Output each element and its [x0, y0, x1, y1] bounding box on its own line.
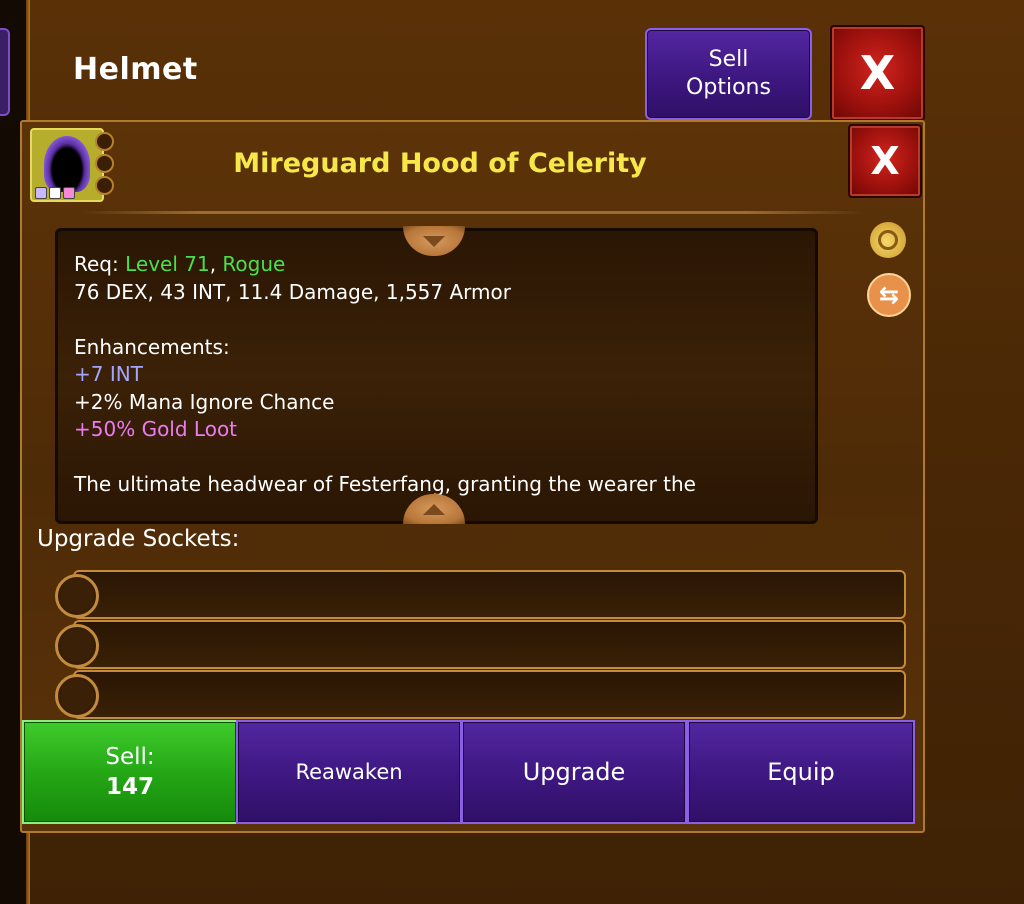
upgrade-button[interactable]: Upgrade — [461, 720, 687, 824]
equip-label: Equip — [767, 758, 835, 786]
upgrade-sockets-label: Upgrade Sockets: — [37, 526, 240, 552]
close-screen-button[interactable]: X — [830, 25, 925, 121]
enhancements-heading: Enhancements: — [74, 334, 230, 359]
upgrade-label: Upgrade — [522, 758, 626, 786]
screen-title: Helmet — [73, 52, 198, 87]
requirement-separator: , — [209, 252, 223, 276]
sell-options-button[interactable]: Sell Options — [645, 28, 812, 120]
item-description-box[interactable]: Req: Level 71, Rogue 76 DEX, 43 INT, 11.… — [55, 228, 818, 524]
mini-socket-icon — [95, 132, 114, 151]
close-item-button[interactable]: X — [848, 124, 922, 198]
enhancement-line: +2% Mana Ignore Chance — [74, 389, 335, 414]
close-icon: X — [859, 46, 896, 100]
item-description-text: Req: Level 71, Rogue 76 DEX, 43 INT, 11.… — [74, 251, 794, 499]
socket-circle-icon — [55, 674, 99, 718]
hood-icon — [44, 136, 90, 192]
sell-label: Sell: — [105, 744, 155, 770]
reawaken-label: Reawaken — [295, 760, 403, 784]
gold-bag-icon[interactable] — [870, 222, 906, 258]
enhancement-line: +7 INT — [74, 362, 143, 386]
requirement-class: Rogue — [222, 252, 286, 276]
upgrade-socket-slot[interactable] — [73, 620, 906, 669]
gem-dot — [63, 187, 75, 199]
sell-button[interactable]: Sell: 147 — [22, 720, 238, 824]
item-portrait — [30, 128, 104, 202]
title-divider — [82, 211, 864, 214]
item-name: Mireguard Hood of Celerity — [233, 148, 647, 179]
close-icon: X — [870, 139, 900, 183]
socket-circle-icon — [55, 574, 99, 618]
mini-socket-icon — [95, 176, 114, 195]
gem-dot — [49, 187, 61, 199]
sell-options-label-line1: Sell — [708, 47, 749, 72]
chevron-up-icon — [423, 503, 445, 515]
requirement-level: Level 71 — [125, 252, 210, 276]
chevron-down-icon — [423, 235, 445, 247]
upgrade-socket-slot[interactable] — [73, 570, 906, 619]
equip-button[interactable]: Equip — [687, 720, 915, 824]
sell-options-label-line2: Options — [686, 75, 771, 100]
gem-dot — [35, 187, 47, 199]
stats-line: 76 DEX, 43 INT, 11.4 Damage, 1,557 Armor — [74, 279, 511, 304]
sell-value: 147 — [105, 774, 154, 800]
left-edge-tab[interactable] — [0, 28, 10, 116]
enhancement-line: +50% Gold Loot — [74, 417, 238, 441]
socket-circle-icon — [55, 624, 99, 668]
swap-arrows-icon[interactable]: ⇆ — [867, 273, 911, 317]
upgrade-socket-slot[interactable] — [73, 670, 906, 719]
mini-socket-icon — [95, 154, 114, 173]
reawaken-button[interactable]: Reawaken — [236, 720, 462, 824]
requirement-prefix: Req: — [74, 252, 126, 276]
